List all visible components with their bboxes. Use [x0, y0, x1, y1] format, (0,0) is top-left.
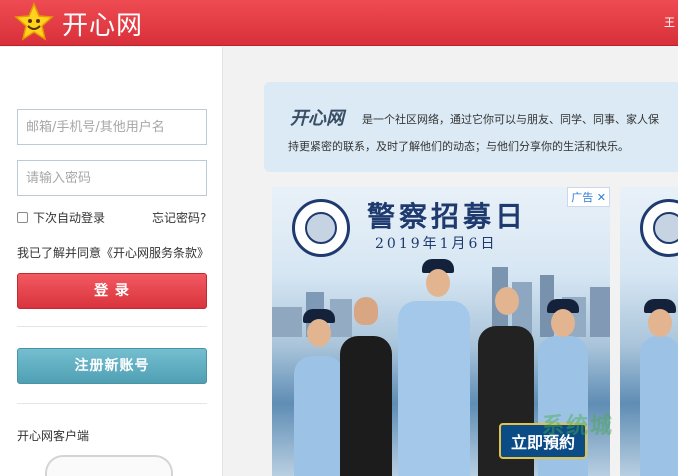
forgot-password-link[interactable]: 忘记密码? [152, 209, 206, 226]
password-input[interactable] [17, 160, 207, 196]
police-emblem-icon [292, 199, 350, 257]
remember-me-label: 下次自动登录 [33, 211, 106, 225]
divider [17, 403, 207, 404]
remember-me-checkbox[interactable] [17, 212, 28, 223]
divider [17, 326, 207, 327]
register-button[interactable]: 注册新账号 [17, 348, 207, 384]
ad-badge[interactable]: 广告 ✕ [567, 187, 610, 207]
remember-me-option[interactable]: 下次自动登录 [17, 209, 105, 226]
officer-figure [640, 336, 678, 476]
ad-title: 警察招募日 [367, 200, 528, 233]
close-icon[interactable]: ✕ [597, 191, 606, 204]
intro-brand: 开心网 [290, 108, 344, 129]
officer-figure [294, 356, 344, 476]
ad-badge-label: 广告 [571, 191, 594, 204]
top-header-bar: 开心网 王 [0, 0, 678, 46]
advertisement-banner-secondary[interactable] [620, 187, 678, 476]
login-button[interactable]: 登 录 [17, 273, 207, 309]
ad-date: 2019年1月6日 [375, 236, 498, 252]
top-right-link[interactable]: 王 [664, 14, 678, 30]
intro-text-line-1: 是一个社区网络，通过它你可以与朋友、同学、同事、家人保 [362, 113, 659, 126]
client-download-label: 开心网客户端 [17, 429, 90, 443]
smiling-star-icon[interactable] [14, 2, 54, 42]
intro-text-line-2: 持更紧密的联系，及时了解他们的动态；与他们分享你的生活和快乐。 [288, 140, 629, 153]
officer-figure [398, 301, 470, 476]
logo-text[interactable]: 开心网 [62, 5, 143, 42]
username-input[interactable] [17, 109, 207, 145]
site-watermark: 系统城 [542, 414, 615, 439]
site-intro-box: 开心网 是一个社区网络，通过它你可以与朋友、同学、同事、家人保 持更紧密的联系，… [264, 82, 678, 172]
terms-agreement-text[interactable]: 我已了解并同意《开心网服务条款》 [17, 244, 209, 261]
login-sidebar: 下次自动登录 忘记密码? 我已了解并同意《开心网服务条款》 登 录 注册新账号 … [0, 47, 223, 476]
officer-figure [340, 336, 392, 476]
police-emblem-icon [640, 199, 678, 257]
phone-client-image[interactable] [45, 455, 173, 476]
